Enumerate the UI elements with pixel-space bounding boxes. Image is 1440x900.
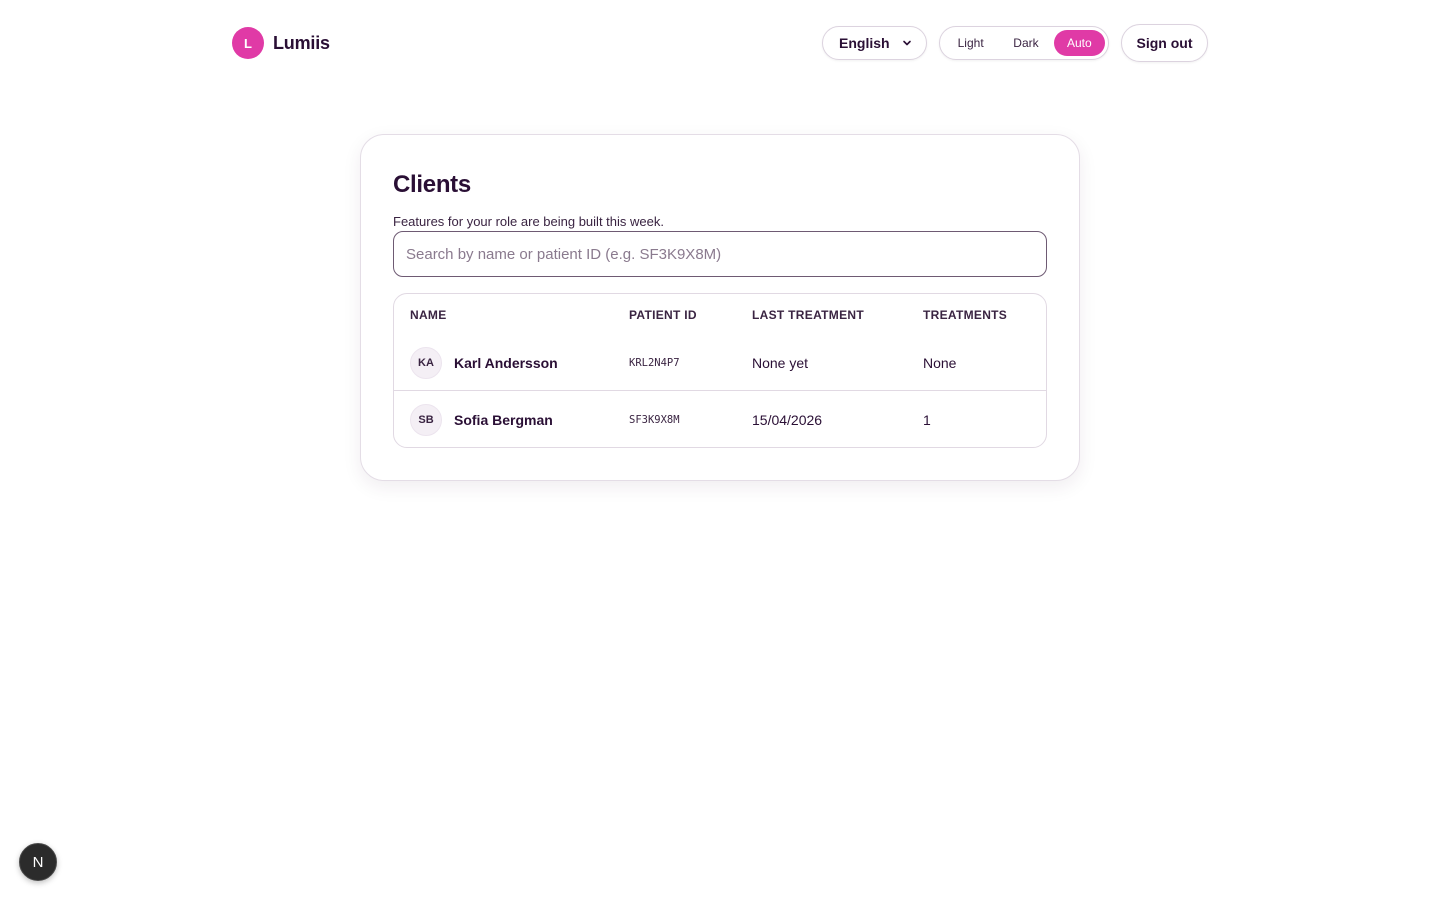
- theme-option-light[interactable]: Light: [943, 30, 998, 56]
- clients-table: NAME PATIENT ID LAST TREATMENT TREATMENT…: [393, 293, 1047, 448]
- clients-card: Clients Features for your role are being…: [360, 134, 1080, 481]
- sign-out-button[interactable]: Sign out: [1121, 24, 1208, 62]
- last-treatment: None yet: [752, 355, 809, 371]
- brand-logo[interactable]: L Lumiis: [232, 27, 330, 59]
- patient-id: KRL2N4P7: [629, 357, 680, 369]
- client-name: Karl Andersson: [454, 355, 558, 371]
- table-row[interactable]: KA Karl Andersson KRL2N4P7 None yet None: [394, 334, 1046, 391]
- treatments-count: 1: [923, 412, 931, 428]
- column-header-last-treatment: LAST TREATMENT: [752, 308, 864, 322]
- theme-toggle: Light Dark Auto: [939, 26, 1109, 60]
- column-header-name: NAME: [410, 308, 447, 322]
- search-input[interactable]: [393, 231, 1047, 277]
- brand-mark: L: [232, 27, 264, 59]
- page-subtitle: Features for your role are being built t…: [393, 214, 664, 229]
- avatar: SB: [410, 404, 442, 436]
- theme-option-dark[interactable]: Dark: [1000, 30, 1051, 56]
- client-name: Sofia Bergman: [454, 412, 553, 428]
- avatar: KA: [410, 347, 442, 379]
- brand-name: Lumiis: [273, 32, 330, 53]
- column-header-treatments: TREATMENTS: [923, 308, 1008, 322]
- theme-option-auto[interactable]: Auto: [1053, 30, 1105, 56]
- treatments-count: None: [923, 355, 957, 371]
- language-selected: English: [839, 35, 890, 51]
- nextjs-logo-icon: N: [32, 853, 44, 871]
- last-treatment: 15/04/2026: [752, 412, 823, 428]
- language-select[interactable]: English: [822, 26, 927, 60]
- page-title: Clients: [393, 171, 471, 198]
- patient-id: SF3K9X8M: [629, 414, 680, 426]
- column-header-patient-id: PATIENT ID: [629, 308, 697, 322]
- nextjs-dev-badge[interactable]: N: [19, 843, 57, 881]
- table-row[interactable]: SB Sofia Bergman SF3K9X8M 15/04/2026 1: [394, 391, 1046, 447]
- chevron-down-icon: [903, 40, 911, 46]
- top-bar: L Lumiis English Light Dark Auto Sign ou…: [0, 0, 1440, 86]
